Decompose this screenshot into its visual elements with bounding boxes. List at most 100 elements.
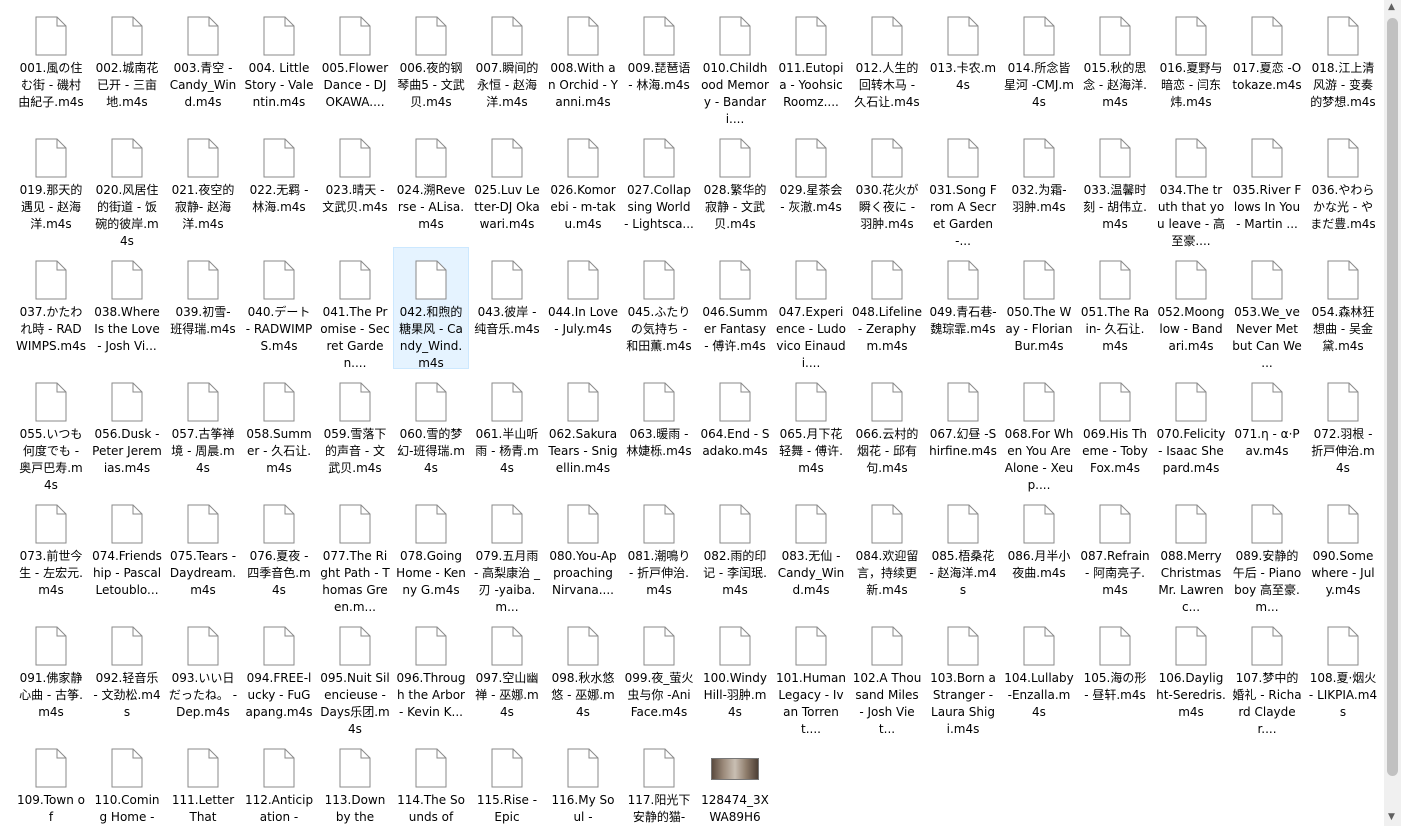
file-item[interactable]: 032.为霜- 羽肿.m4s [1002,126,1076,246]
file-item[interactable]: 052.Moonglow - Bandari.m4s [1154,248,1228,368]
file-item[interactable]: 037.かたわれ時 - RADWIMPS.m4s [14,248,88,368]
file-item[interactable]: 042.和煦的糖果风 - Candy_Wind.m4s [393,247,469,370]
file-item[interactable]: 051.The Rain- 久石让.m4s [1078,248,1152,368]
file-item[interactable]: 080.You-Approaching Nirvana.... [546,492,620,612]
file-item[interactable]: 111.Letter That [166,736,240,826]
file-item[interactable]: 116.My Soul - [546,736,620,826]
file-item[interactable]: 056.Dusk - Peter Jeremias.m4s [90,370,164,490]
file-item[interactable]: 076.夏夜 - 四季音色.m4s [242,492,316,612]
file-item[interactable]: 007.瞬间的永恒 - 赵海洋.m4s [470,4,544,124]
file-item[interactable]: 045.ふたりの気持ち - 和田薫.m4s [622,248,696,368]
file-item[interactable]: 097.空山幽禅 - 巫娜.m4s [470,614,544,734]
file-item[interactable]: 096.Through the Arbor - Kevin K... [394,614,468,734]
file-item[interactable]: 030.花火が瞬く夜に - 羽肿.m4s [850,126,924,246]
file-item[interactable]: 099.夜_萤火虫与你 -AniFace.m4s [622,614,696,734]
file-item[interactable]: 083.无仙 - Candy_Wind.m4s [774,492,848,612]
file-item[interactable]: 002.城南花已开 - 三亩地.m4s [90,4,164,124]
file-item[interactable]: 103.Born a Stranger - Laura Shigi.m4s [926,614,1000,736]
file-item[interactable]: 003.青空 - Candy_Wind.m4s [166,4,240,124]
file-item[interactable]: 065.月下花轻舞 - 傅许.m4s [774,370,848,490]
file-item[interactable]: 079.五月雨 - 高梨康治 _刃 -yaiba.m... [470,492,544,614]
file-item[interactable]: 053.We_ve Never Met but Can We ... [1230,248,1304,370]
file-item[interactable]: 067.幻昼 -Shirfine.m4s [926,370,1000,490]
file-item[interactable]: 092.轻音乐 - 文劲松.m4s [90,614,164,734]
file-item[interactable]: 012.人生的回转木马 - 久石让.m4s [850,4,924,124]
file-item[interactable]: 102.A Thousand Miles - Josh Viet... [850,614,924,736]
file-item[interactable]: 109.Town of [14,736,88,826]
file-item[interactable]: 014.所念皆星河 -CMJ.m4s [1002,4,1076,124]
file-item[interactable]: 034.The truth that you leave - 高至豪.... [1154,126,1228,248]
file-item[interactable]: 112.Anticipation - [242,736,316,826]
file-item[interactable]: 115.Rise - Epic [470,736,544,826]
file-item[interactable]: 035.River Flows In You - Martin ... [1230,126,1304,246]
file-item[interactable]: 073.前世今生 - 左宏元.m4s [14,492,88,612]
file-item[interactable]: 104.Lullaby-Enzalla.m4s [1002,614,1076,734]
file-item[interactable]: 072.羽根 - 折戸伸治.m4s [1306,370,1380,490]
file-item[interactable]: 054.森林狂想曲 - 吴金黛.m4s [1306,248,1380,368]
file-item[interactable]: 113.Down by the [318,736,392,826]
file-item[interactable]: 077.The Right Path - Thomas Green.m... [318,492,392,614]
file-item[interactable]: 081.潮鳴り - 折戸伸治.m4s [622,492,696,612]
file-item[interactable]: 094.FREE-lucky - FuGapang.m4s [242,614,316,734]
file-item[interactable]: 023.晴天 - 文武贝.m4s [318,126,392,246]
file-item[interactable]: 010.Childhood Memory - Bandari.... [698,4,772,126]
file-item[interactable]: 069.His Theme - Toby Fox.m4s [1078,370,1152,490]
vertical-scrollbar[interactable]: ▲ ▼ [1384,0,1401,826]
file-item[interactable]: 110.Coming Home - [90,736,164,826]
file-item[interactable]: 043.彼岸 - 纯音乐.m4s [470,248,544,368]
file-item[interactable]: 019.那天的遇见 - 赵海洋.m4s [14,126,88,246]
file-item[interactable]: 025.Luv Letter-DJ Okawari.m4s [470,126,544,246]
file-item[interactable]: 064.End - Sadako.m4s [698,370,772,490]
file-item[interactable]: 086.月半小夜曲.m4s [1002,492,1076,612]
file-item[interactable]: 082.雨的印记 - 李闰珉.m4s [698,492,772,612]
file-item[interactable]: 004. Little Story - Valentin.m4s [242,4,316,124]
file-item[interactable]: 074.Friendship - Pascal Letoublo... [90,492,164,612]
file-item[interactable]: 017.夏恋 -Otokaze.m4s [1230,4,1304,124]
file-item[interactable]: 060.雪的梦幻-班得瑞.m4s [394,370,468,490]
file-item[interactable]: 107.梦中的婚礼 - Richard Clayder.... [1230,614,1304,736]
file-item[interactable]: 039.初雪- 班得瑞.m4s [166,248,240,368]
file-item[interactable]: 078.Going Home - Kenny G.m4s [394,492,468,612]
file-item[interactable]: 117.阳光下安静的猫- [622,736,696,826]
file-item[interactable]: 085.梧桑花 - 赵海洋.m4s [926,492,1000,612]
file-item[interactable]: 059.雪落下的声音 - 文武贝.m4s [318,370,392,490]
file-item[interactable]: 093.いい日だったね。 - Dep.m4s [166,614,240,734]
file-item[interactable]: 024.溯Reverse - ALisa.m4s [394,126,468,246]
file-item[interactable]: 055.いつも何度でも - 奥戸巴寿.m4s [14,370,88,492]
file-item[interactable]: 031.Song From A Secret Garden-... [926,126,1000,248]
file-item[interactable]: 095.Nuit Silencieuse - Days乐团.m4s [318,614,392,736]
file-item[interactable]: 011.Eutopia - Yoohsic Roomz.... [774,4,848,124]
file-item[interactable]: 087.Refrain - 阿南亮子.m4s [1078,492,1152,612]
file-item[interactable]: 090.Somewhere - July.m4s [1306,492,1380,612]
file-item[interactable]: 026.Komorebi - m-taku.m4s [546,126,620,246]
scrollbar-thumb[interactable] [1387,18,1398,776]
file-item[interactable]: 033.温馨时刻 - 胡伟立.m4s [1078,126,1152,246]
file-item[interactable]: 061.半山听雨 - 杨青.m4s [470,370,544,490]
file-item[interactable]: 029.星茶会 - 灰澈.m4s [774,126,848,246]
file-item[interactable]: 075.Tears - Daydream.m4s [166,492,240,612]
file-item[interactable]: 009.琵琶语 - 林海.m4s [622,4,696,124]
file-item[interactable]: 070.Felicity - Isaac Shepard.m4s [1154,370,1228,490]
file-item[interactable]: 084.欢迎留言，持续更新.m4s [850,492,924,612]
file-item[interactable]: 020.风居住的街道 - 饭碗的彼岸.m4s [90,126,164,248]
file-item[interactable]: 013.卡农.m4s [926,4,1000,124]
file-item[interactable]: 036.やわらかな光 - やまだ豊.m4s [1306,126,1380,246]
file-item[interactable]: 062.Sakura Tears - Snigellin.m4s [546,370,620,490]
file-item[interactable]: 089.安静的午后 - Pianoboy 高至豪.m... [1230,492,1304,614]
scroll-up-arrow-icon[interactable]: ▲ [1388,2,1398,12]
file-item[interactable]: 022.无羁 - 林海.m4s [242,126,316,246]
file-item[interactable]: 066.云村的烟花 - 邱有句.m4s [850,370,924,490]
file-item[interactable]: 105.海の形 - 昼轩.m4s [1078,614,1152,734]
file-item[interactable]: 098.秋水悠悠 - 巫娜.m4s [546,614,620,734]
file-item[interactable]: 058.Summer - 久石让.m4s [242,370,316,490]
file-item[interactable]: 018.江上清风游 - 变奏的梦想.m4s [1306,4,1380,124]
file-item[interactable]: 106.Daylight-Seredris.m4s [1154,614,1228,734]
file-item[interactable]: 101.Human Legacy - Ivan Torrent.... [774,614,848,736]
file-item[interactable]: 128474_3XWA89H6 [698,736,772,826]
file-item[interactable]: 027.Collapsing World - Lightsca... [622,126,696,246]
file-item[interactable]: 063.暖雨 - 林婕栎.m4s [622,370,696,490]
scroll-down-arrow-icon[interactable]: ▼ [1388,812,1398,822]
file-item[interactable]: 108.夏·烟火 - LIKPIA.m4s [1306,614,1380,734]
file-item[interactable]: 048.Lifeline - Zeraphym.m4s [850,248,924,368]
file-item[interactable]: 008.With an Orchid - Yanni.m4s [546,4,620,124]
